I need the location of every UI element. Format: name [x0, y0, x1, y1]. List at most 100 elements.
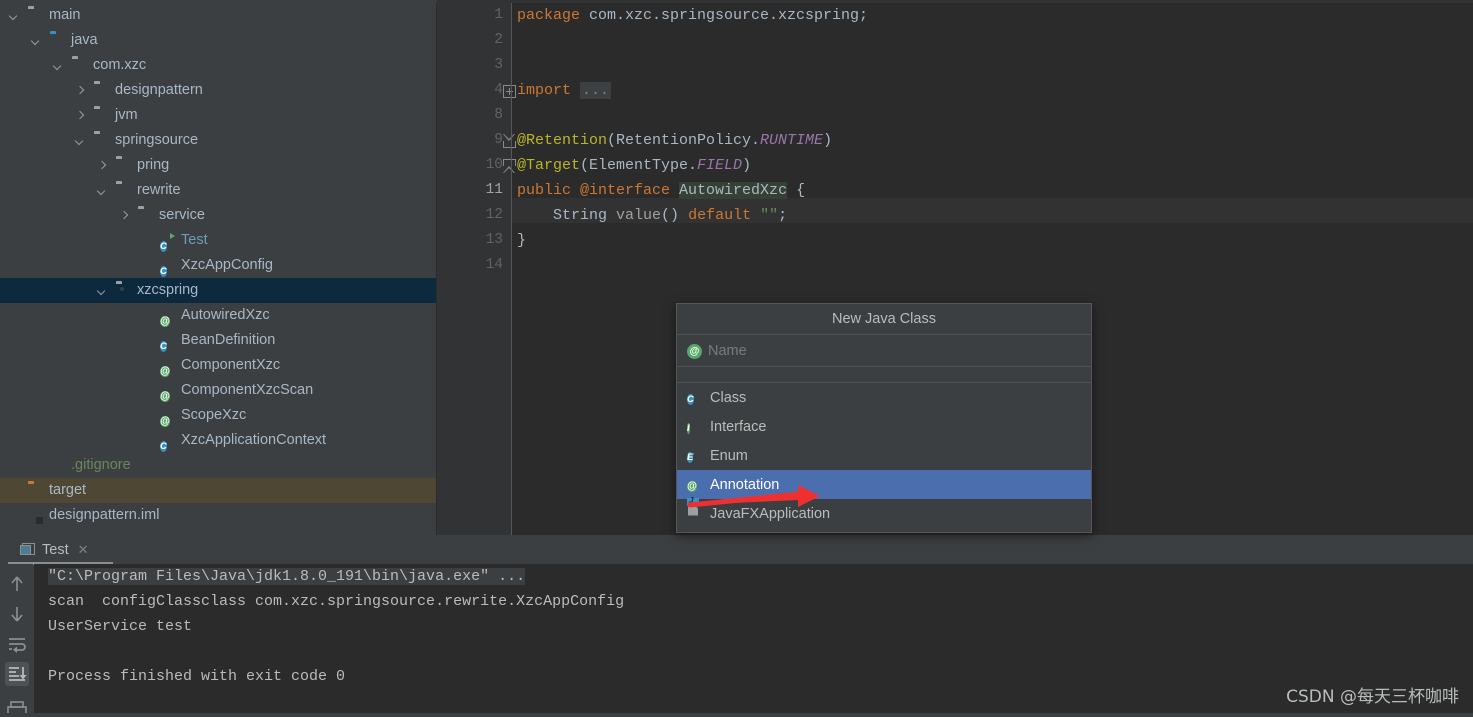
tree-item-scopexzc[interactable]: @ ScopeXzc: [0, 403, 437, 428]
line-number: 14: [485, 257, 503, 273]
tree-item-beandefinition[interactable]: C BeanDefinition: [0, 328, 437, 353]
chevron-down-icon[interactable]: [74, 134, 87, 147]
popup-item-label: Class: [710, 389, 747, 406]
class-name-input[interactable]: @ Name: [677, 335, 1091, 367]
console-line: "C:\Program Files\Java\jdk1.8.0_191\bin\…: [34, 564, 1473, 589]
line-number: 8: [494, 107, 503, 123]
tree-item-target[interactable]: target: [0, 478, 437, 503]
tree-item-label: java: [71, 32, 98, 48]
line-number: 4: [494, 82, 503, 98]
tree-item-rewrite[interactable]: rewrite: [0, 178, 437, 203]
tree-item-main[interactable]: main: [0, 3, 437, 28]
tree-item-xzcspring[interactable]: xzcspring: [0, 278, 437, 303]
chevron-right-icon[interactable]: [118, 209, 131, 222]
tree-item-jvm[interactable]: jvm: [0, 103, 437, 128]
tree-item-com-xzc[interactable]: com.xzc: [0, 53, 437, 78]
tree-item-label: AutowiredXzc: [181, 307, 270, 323]
popup-item-annotation[interactable]: @ Annotation: [677, 470, 1091, 499]
tree-item-xzcappconfig[interactable]: C XzcAppConfig: [0, 253, 437, 278]
tree-item-componentxzc[interactable]: @ ComponentXzc: [0, 353, 437, 378]
javafx-application-icon: [687, 496, 703, 522]
tree-item-label: Test: [181, 232, 208, 248]
popup-title: New Java Class: [677, 304, 1091, 335]
tree-item-label: designpattern: [115, 82, 203, 98]
run-config-icon: [20, 543, 35, 556]
popup-item-enum[interactable]: E Enum: [677, 441, 1091, 470]
package-icon: [94, 83, 110, 99]
iml-file-icon: [28, 508, 44, 524]
console-text: UserService test: [48, 618, 193, 635]
run-tab-test[interactable]: Test ✕: [20, 535, 89, 564]
scroll-to-end-icon[interactable]: [5, 662, 29, 686]
chevron-right-icon[interactable]: [74, 109, 87, 122]
console-output[interactable]: "C:\Program Files\Java\jdk1.8.0_191\bin\…: [34, 564, 1473, 717]
popup-item-class[interactable]: C Class: [677, 383, 1091, 412]
chevron-right-icon[interactable]: [74, 84, 87, 97]
tree-item--gitignore[interactable]: .gitignore: [0, 453, 437, 478]
idea-window: main java com.xzc designpattern jvm springsou…: [0, 0, 1473, 717]
chevron-down-icon[interactable]: [96, 284, 109, 297]
code-token: public: [517, 182, 581, 199]
fold-expand-icon[interactable]: [503, 85, 516, 98]
package-icon: [138, 208, 154, 224]
editor-gutter[interactable]: 1 2 3 4 8 9 10 11 12 13 14: [437, 3, 516, 535]
package-icon: [116, 158, 132, 174]
chevron-down-icon[interactable]: [52, 59, 65, 72]
arrow-up-icon[interactable]: [5, 572, 29, 596]
fold-region-icon[interactable]: [503, 159, 516, 173]
tree-item-service[interactable]: service: [0, 203, 437, 228]
tree-item-label: service: [159, 207, 205, 223]
line-number: 13: [485, 232, 503, 248]
interface-badge-icon: I: [687, 422, 690, 434]
code-line: import ...: [517, 78, 1473, 103]
project-tree[interactable]: main java com.xzc designpattern jvm springsou…: [0, 3, 437, 535]
tree-item-test[interactable]: C Test: [0, 228, 437, 253]
tree-item-pring[interactable]: pring: [0, 153, 437, 178]
console-line: Process finished with exit code 0: [34, 664, 1473, 689]
code-token: com.xzc.springsource.xzcspring;: [589, 7, 869, 24]
run-tab-label: Test: [42, 541, 69, 558]
popup-separator: [677, 367, 1091, 383]
new-java-class-popup[interactable]: New Java Class @ Name C Class I Interface E E…: [676, 303, 1092, 533]
tree-item-springsource[interactable]: springsource: [0, 128, 437, 153]
tree-item-xzcapplicationcontext[interactable]: C XzcApplicationContext: [0, 428, 437, 453]
enum-badge-icon: E: [687, 451, 694, 463]
code-line: }: [517, 228, 1473, 253]
console-toolbar[interactable]: [0, 564, 33, 717]
chevron-down-icon[interactable]: [8, 9, 21, 22]
tree-item-label: pring: [137, 157, 170, 173]
tree-item-java[interactable]: java: [0, 28, 437, 53]
popup-item-javafxapplication[interactable]: JavaFXApplication: [677, 496, 1091, 528]
code-token: (RetentionPolicy.: [607, 132, 761, 149]
tree-item-designpattern-iml[interactable]: designpattern.iml: [0, 503, 437, 528]
popup-item-interface[interactable]: I Interface: [677, 412, 1091, 441]
class-badge-icon: C: [687, 393, 694, 405]
tree-item-autowiredxzc[interactable]: @ AutowiredXzc: [0, 303, 437, 328]
annotation-icon: @: [160, 365, 170, 377]
console-text: scan configClassclass com.xzc.springsour…: [48, 593, 625, 610]
class-icon: C: [160, 265, 167, 277]
line-number: 3: [494, 57, 503, 73]
arrow-down-icon[interactable]: [5, 602, 29, 626]
fold-region-icon[interactable]: [503, 134, 516, 148]
chevron-down-icon[interactable]: [96, 184, 109, 197]
soft-wrap-icon[interactable]: [5, 632, 29, 656]
close-icon[interactable]: ✕: [78, 542, 89, 558]
code-token: FIELD: [697, 157, 743, 174]
chevron-right-icon[interactable]: [96, 159, 109, 172]
tree-item-componentxzcscan[interactable]: @ ComponentXzcScan: [0, 378, 437, 403]
excluded-folder-icon: [28, 483, 44, 499]
code-token: (ElementType.: [580, 157, 698, 174]
watermark: CSDN @每天三杯咖啡: [1286, 687, 1459, 707]
code-token: @Target: [517, 157, 581, 174]
tree-item-designpattern[interactable]: designpattern: [0, 78, 437, 103]
chevron-down-icon[interactable]: [30, 34, 43, 47]
